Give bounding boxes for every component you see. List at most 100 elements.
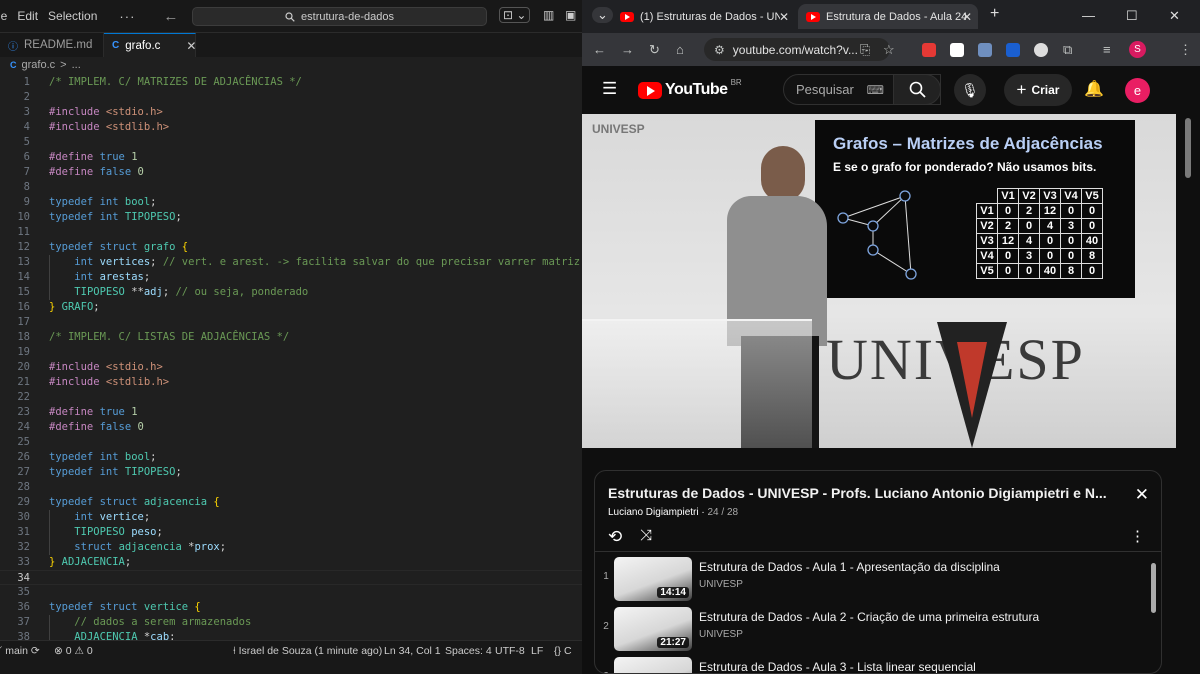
playlist-scrollbar[interactable] (1151, 563, 1156, 613)
loop-icon[interactable]: ⟲ (608, 527, 622, 547)
page-scrollbar[interactable] (1176, 114, 1200, 674)
layout-icon[interactable]: ▥ (543, 8, 554, 22)
code-line[interactable]: 15 TIPOPESO **adj; // ou seja, ponderado (0, 285, 582, 300)
code-line[interactable]: 28 (0, 480, 582, 495)
extensions-puzzle-icon[interactable]: ⧉ (1063, 42, 1072, 58)
forward-icon[interactable]: → (621, 42, 634, 57)
menu-more[interactable]: ··· (119, 9, 135, 24)
menu-edit[interactable]: Edit (17, 9, 38, 23)
code-line[interactable]: 38 ADJACENCIA *cab; (0, 630, 582, 640)
close-icon[interactable]: ✕ (186, 39, 196, 53)
code-line[interactable]: 1 /* IMPLEM. C/ MATRIZES DE ADJACÊNCIAS *… (0, 75, 582, 90)
extension-info-icon[interactable] (950, 43, 964, 57)
code-line[interactable]: 23 #define true 1 (0, 405, 582, 420)
minimize-icon[interactable]: — (1082, 8, 1095, 23)
chrome-menu-icon[interactable]: ⋮ (1179, 42, 1192, 58)
encoding-status[interactable]: UTF-8 (495, 645, 525, 657)
code-editor[interactable]: 1 /* IMPLEM. C/ MATRIZES DE ADJACÊNCIAS *… (0, 73, 582, 640)
back-arrow-icon[interactable]: ← (163, 8, 178, 25)
new-tab-icon[interactable]: + (990, 5, 999, 23)
code-line[interactable]: 6 #define true 1 (0, 150, 582, 165)
playlist-item[interactable]: 2 21:27 Estrutura de Dados - Aula 2 - Cria… (595, 605, 1155, 653)
playlist-item[interactable]: 1 14:14 Estrutura de Dados - Aula 1 - Apre… (595, 555, 1155, 603)
code-line[interactable]: 29 typedef struct adjacencia { (0, 495, 582, 510)
search-button[interactable] (893, 74, 941, 105)
extension-globe-icon[interactable] (978, 43, 992, 57)
git-blame-status[interactable]: ⍿ Israel de Souza (1 minute ago) (233, 645, 382, 658)
playlist-title[interactable]: Estruturas de Dados - UNIVESP - Profs. L… (608, 485, 1128, 501)
menu-file[interactable]: le (0, 9, 7, 23)
code-line[interactable]: 3 #include <stdio.h> (0, 105, 582, 120)
video-thumbnail[interactable] (614, 657, 692, 673)
code-line[interactable]: 17 (0, 315, 582, 330)
keyboard-icon[interactable]: ⌨ (867, 83, 884, 97)
maximize-icon[interactable]: ☐ (1126, 8, 1138, 24)
code-line[interactable]: 13 int vertices; // vert. e arest. -> fa… (0, 255, 582, 270)
close-tab-icon[interactable]: ✕ (779, 10, 789, 24)
code-line[interactable]: 32 struct adjacencia *prox; (0, 540, 582, 555)
window-close-icon[interactable]: ✕ (1169, 8, 1180, 24)
more-options-icon[interactable]: ⋮ (1130, 527, 1145, 545)
problems-status[interactable]: ⊗ 0 ⚠ 0 (54, 645, 93, 657)
eol-status[interactable]: LF (531, 645, 543, 657)
tab-readme[interactable]: ⓘ README.md (0, 33, 104, 57)
code-line[interactable]: 37 // dados a serem armazenados (0, 615, 582, 630)
code-line[interactable]: 2 (0, 90, 582, 105)
code-line[interactable]: 24 #define false 0 (0, 420, 582, 435)
video-channel[interactable]: UNIVESP (699, 579, 743, 590)
command-center-search[interactable]: estrutura-de-dados (192, 7, 487, 26)
bookmark-star-icon[interactable]: ☆ (883, 42, 895, 58)
breadcrumb-symbol[interactable]: ... (72, 59, 81, 71)
code-line[interactable]: 11 (0, 225, 582, 240)
code-line[interactable]: 36 typedef struct vertice { (0, 600, 582, 615)
panel-toggle-icon[interactable]: ▣ (565, 8, 576, 22)
playlist-owner[interactable]: Luciano Digiampietri (608, 507, 699, 518)
install-app-icon[interactable]: ⎘ (860, 42, 870, 58)
code-line[interactable]: 5 (0, 135, 582, 150)
code-line[interactable]: 25 (0, 435, 582, 450)
extension-shield-icon[interactable] (1006, 43, 1020, 57)
breadcrumb-file[interactable]: grafo.c (22, 59, 56, 71)
video-player[interactable]: UNIVESP Grafos – Matrizes de Adjacências… (582, 114, 1176, 448)
menu-selection[interactable]: Selection (48, 9, 97, 23)
cursor-position[interactable]: Ln 34, Col 1 (384, 645, 441, 657)
home-icon[interactable]: ⌂ (676, 42, 684, 57)
shuffle-icon[interactable]: ⤨ (640, 527, 652, 544)
video-title[interactable]: Estrutura de Dados - Aula 1 - Apresentaç… (699, 560, 1000, 574)
code-line[interactable]: 8 (0, 180, 582, 195)
extension-youtube-icon[interactable] (922, 43, 936, 57)
code-line[interactable]: 4 #include <stdlib.h> (0, 120, 582, 135)
code-line[interactable]: 34 (0, 570, 582, 585)
video-thumbnail[interactable]: 14:14 (614, 557, 692, 601)
browser-tab-2[interactable]: Estrutura de Dados - Aula 24 - U ✕ (798, 4, 978, 29)
code-line[interactable]: 22 (0, 390, 582, 405)
extension-circle-icon[interactable] (1034, 43, 1048, 57)
code-line[interactable]: 27 typedef int TIPOPESO; (0, 465, 582, 480)
create-button[interactable]: + Criar (1004, 74, 1072, 106)
code-line[interactable]: 33} ADJACENCIA; (0, 555, 582, 570)
notifications-bell-icon[interactable]: 🔔 (1084, 79, 1104, 99)
code-line[interactable]: 14 int arestas; (0, 270, 582, 285)
playlist-item[interactable]: 3Estrutura de Dados - Aula 3 - Lista lin… (595, 655, 1155, 673)
media-control-icon[interactable]: ≡ (1103, 42, 1111, 57)
code-line[interactable]: 10 typedef int TIPOPESO; (0, 210, 582, 225)
code-line[interactable]: 19 (0, 345, 582, 360)
profile-avatar[interactable]: S (1129, 41, 1146, 58)
video-thumbnail[interactable]: 21:27 (614, 607, 692, 651)
code-line[interactable]: 30 int vertice; (0, 510, 582, 525)
code-line[interactable]: 16} GRAFO; (0, 300, 582, 315)
code-line[interactable]: 26 typedef int bool; (0, 450, 582, 465)
code-line[interactable]: 31 TIPOPESO peso; (0, 525, 582, 540)
copilot-icon[interactable]: ⊡ ⌄ (499, 7, 531, 23)
reload-icon[interactable]: ↻ (649, 42, 660, 58)
hamburger-menu-icon[interactable]: ☰ (602, 79, 617, 99)
code-line[interactable]: 7 #define false 0 (0, 165, 582, 180)
video-title[interactable]: Estrutura de Dados - Aula 3 - Lista line… (699, 660, 976, 673)
tab-search-icon[interactable]: ⌄ (592, 7, 613, 23)
code-line[interactable]: 35 (0, 585, 582, 600)
tab-grafo-c[interactable]: C grafo.c ✕ (104, 33, 196, 57)
youtube-avatar[interactable]: e (1125, 78, 1150, 103)
code-line[interactable]: 21 #include <stdlib.h> (0, 375, 582, 390)
video-title[interactable]: Estrutura de Dados - Aula 2 - Criação de… (699, 610, 1039, 624)
code-line[interactable]: 20 #include <stdio.h> (0, 360, 582, 375)
